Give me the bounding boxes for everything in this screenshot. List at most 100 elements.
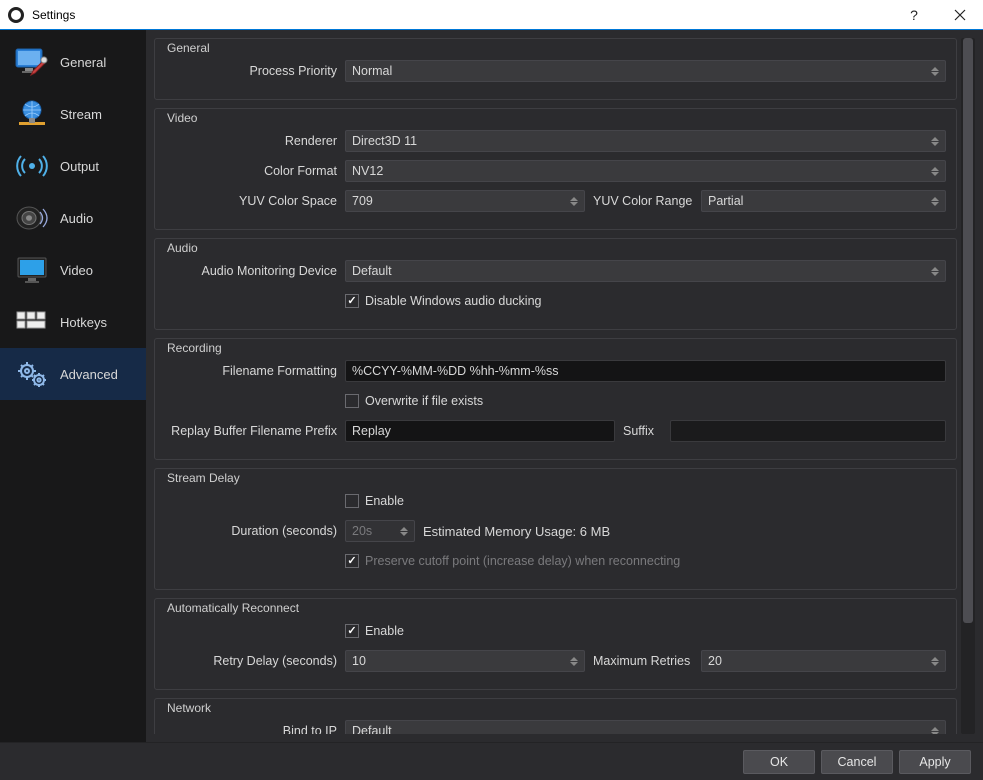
monitoring-device-select[interactable]: Default — [345, 260, 946, 282]
globe-network-icon — [14, 96, 50, 132]
help-button[interactable]: ? — [891, 0, 937, 30]
spin-arrows-icon — [398, 521, 410, 541]
group-video: Video Renderer Direct3D 11 Color Format — [154, 108, 957, 230]
combo-value: Direct3D 11 — [352, 134, 417, 148]
group-title: Audio — [165, 241, 200, 255]
process-priority-label: Process Priority — [165, 64, 345, 78]
preserve-cutoff-checkbox[interactable]: Preserve cutoff point (increase delay) w… — [345, 554, 680, 568]
combo-value: Default — [352, 724, 392, 734]
stream-delay-enable-checkbox[interactable]: Enable — [345, 494, 404, 508]
sidebar-item-audio[interactable]: Audio — [0, 192, 146, 244]
group-stream-delay: Stream Delay Enable Duration (seconds) — [154, 468, 957, 590]
overwrite-checkbox[interactable]: Overwrite if file exists — [345, 394, 483, 408]
group-auto-reconnect: Automatically Reconnect Enable Retry Del… — [154, 598, 957, 690]
checkbox-label: Enable — [365, 494, 404, 508]
group-general: General Process Priority Normal — [154, 38, 957, 100]
stream-delay-duration-label: Duration (seconds) — [165, 524, 345, 538]
checkbox-label: Enable — [365, 624, 404, 638]
sidebar-item-label: Video — [60, 263, 93, 278]
replay-prefix-input[interactable] — [345, 420, 615, 442]
dropdown-arrows-icon — [929, 191, 941, 211]
combo-value: Default — [352, 264, 392, 278]
sidebar-item-label: Hotkeys — [60, 315, 107, 330]
renderer-select[interactable]: Direct3D 11 — [345, 130, 946, 152]
sidebar-item-stream[interactable]: Stream — [0, 88, 146, 140]
group-title: Recording — [165, 341, 224, 355]
dropdown-arrows-icon — [929, 61, 941, 81]
monitor-wrench-icon — [14, 44, 50, 80]
replay-prefix-label: Replay Buffer Filename Prefix — [165, 424, 345, 438]
checkbox-label: Overwrite if file exists — [365, 394, 483, 408]
spin-arrows-icon — [568, 651, 580, 671]
stream-delay-duration-spin[interactable]: 20s — [345, 520, 415, 542]
monitor-icon — [14, 252, 50, 288]
sidebar-item-label: Stream — [60, 107, 102, 122]
color-format-select[interactable]: NV12 — [345, 160, 946, 182]
gears-icon — [14, 356, 50, 392]
sidebar-item-label: General — [60, 55, 106, 70]
combo-value: Partial — [708, 194, 743, 208]
apply-button[interactable]: Apply — [899, 750, 971, 774]
combo-value: 709 — [352, 194, 373, 208]
combo-value: Normal — [352, 64, 392, 78]
ok-button[interactable]: OK — [743, 750, 815, 774]
filename-formatting-label: Filename Formatting — [165, 364, 345, 378]
spin-value: 20 — [708, 654, 722, 668]
dropdown-arrows-icon — [929, 721, 941, 734]
retry-delay-spin[interactable]: 10 — [345, 650, 585, 672]
close-button[interactable] — [937, 0, 983, 30]
group-title: Automatically Reconnect — [165, 601, 301, 615]
sidebar-item-label: Output — [60, 159, 99, 174]
renderer-label: Renderer — [165, 134, 345, 148]
dropdown-arrows-icon — [929, 261, 941, 281]
app-icon — [8, 7, 24, 23]
group-recording: Recording Filename Formatting Overwrite … — [154, 338, 957, 460]
process-priority-select[interactable]: Normal — [345, 60, 946, 82]
sidebar-item-output[interactable]: Output — [0, 140, 146, 192]
keyboard-icon — [14, 304, 50, 340]
max-retries-label: Maximum Retries — [593, 654, 693, 668]
sidebar-item-hotkeys[interactable]: Hotkeys — [0, 296, 146, 348]
cancel-button[interactable]: Cancel — [821, 750, 893, 774]
suffix-input[interactable] — [670, 420, 946, 442]
sidebar-item-label: Advanced — [60, 367, 118, 382]
vertical-scrollbar[interactable] — [961, 38, 975, 734]
filename-formatting-input[interactable] — [345, 360, 946, 382]
scrollbar-thumb[interactable] — [963, 38, 973, 623]
checkbox-box-icon — [345, 554, 359, 568]
group-title: Stream Delay — [165, 471, 242, 485]
suffix-label: Suffix — [623, 424, 662, 438]
window-title: Settings — [32, 8, 891, 22]
retry-delay-label: Retry Delay (seconds) — [165, 654, 345, 668]
spin-value: 10 — [352, 654, 366, 668]
checkbox-box-icon — [345, 624, 359, 638]
dropdown-arrows-icon — [568, 191, 580, 211]
yuv-color-range-select[interactable]: Partial — [701, 190, 946, 212]
checkbox-box-icon — [345, 294, 359, 308]
estimated-memory-text: Estimated Memory Usage: 6 MB — [423, 524, 610, 539]
spin-value: 20s — [352, 524, 372, 538]
yuv-color-space-select[interactable]: 709 — [345, 190, 585, 212]
yuv-color-range-label: YUV Color Range — [593, 194, 693, 208]
checkbox-box-icon — [345, 494, 359, 508]
group-title: Video — [165, 111, 199, 125]
disable-ducking-checkbox[interactable]: Disable Windows audio ducking — [345, 294, 541, 308]
titlebar: Settings ? — [0, 0, 983, 30]
yuv-color-space-label: YUV Color Space — [165, 194, 345, 208]
bind-ip-select[interactable]: Default — [345, 720, 946, 734]
combo-value: NV12 — [352, 164, 383, 178]
max-retries-spin[interactable]: 20 — [701, 650, 946, 672]
sidebar-item-advanced[interactable]: Advanced — [0, 348, 146, 400]
color-format-label: Color Format — [165, 164, 345, 178]
dropdown-arrows-icon — [929, 161, 941, 181]
sidebar-item-general[interactable]: General — [0, 36, 146, 88]
group-audio: Audio Audio Monitoring Device Default — [154, 238, 957, 330]
auto-reconnect-enable-checkbox[interactable]: Enable — [345, 624, 404, 638]
spin-arrows-icon — [929, 651, 941, 671]
group-network: Network Bind to IP Default — [154, 698, 957, 734]
speaker-icon — [14, 200, 50, 236]
monitoring-device-label: Audio Monitoring Device — [165, 264, 345, 278]
sidebar-item-video[interactable]: Video — [0, 244, 146, 296]
settings-content: General Process Priority Normal Video Re… — [154, 38, 957, 734]
checkbox-label: Disable Windows audio ducking — [365, 294, 541, 308]
